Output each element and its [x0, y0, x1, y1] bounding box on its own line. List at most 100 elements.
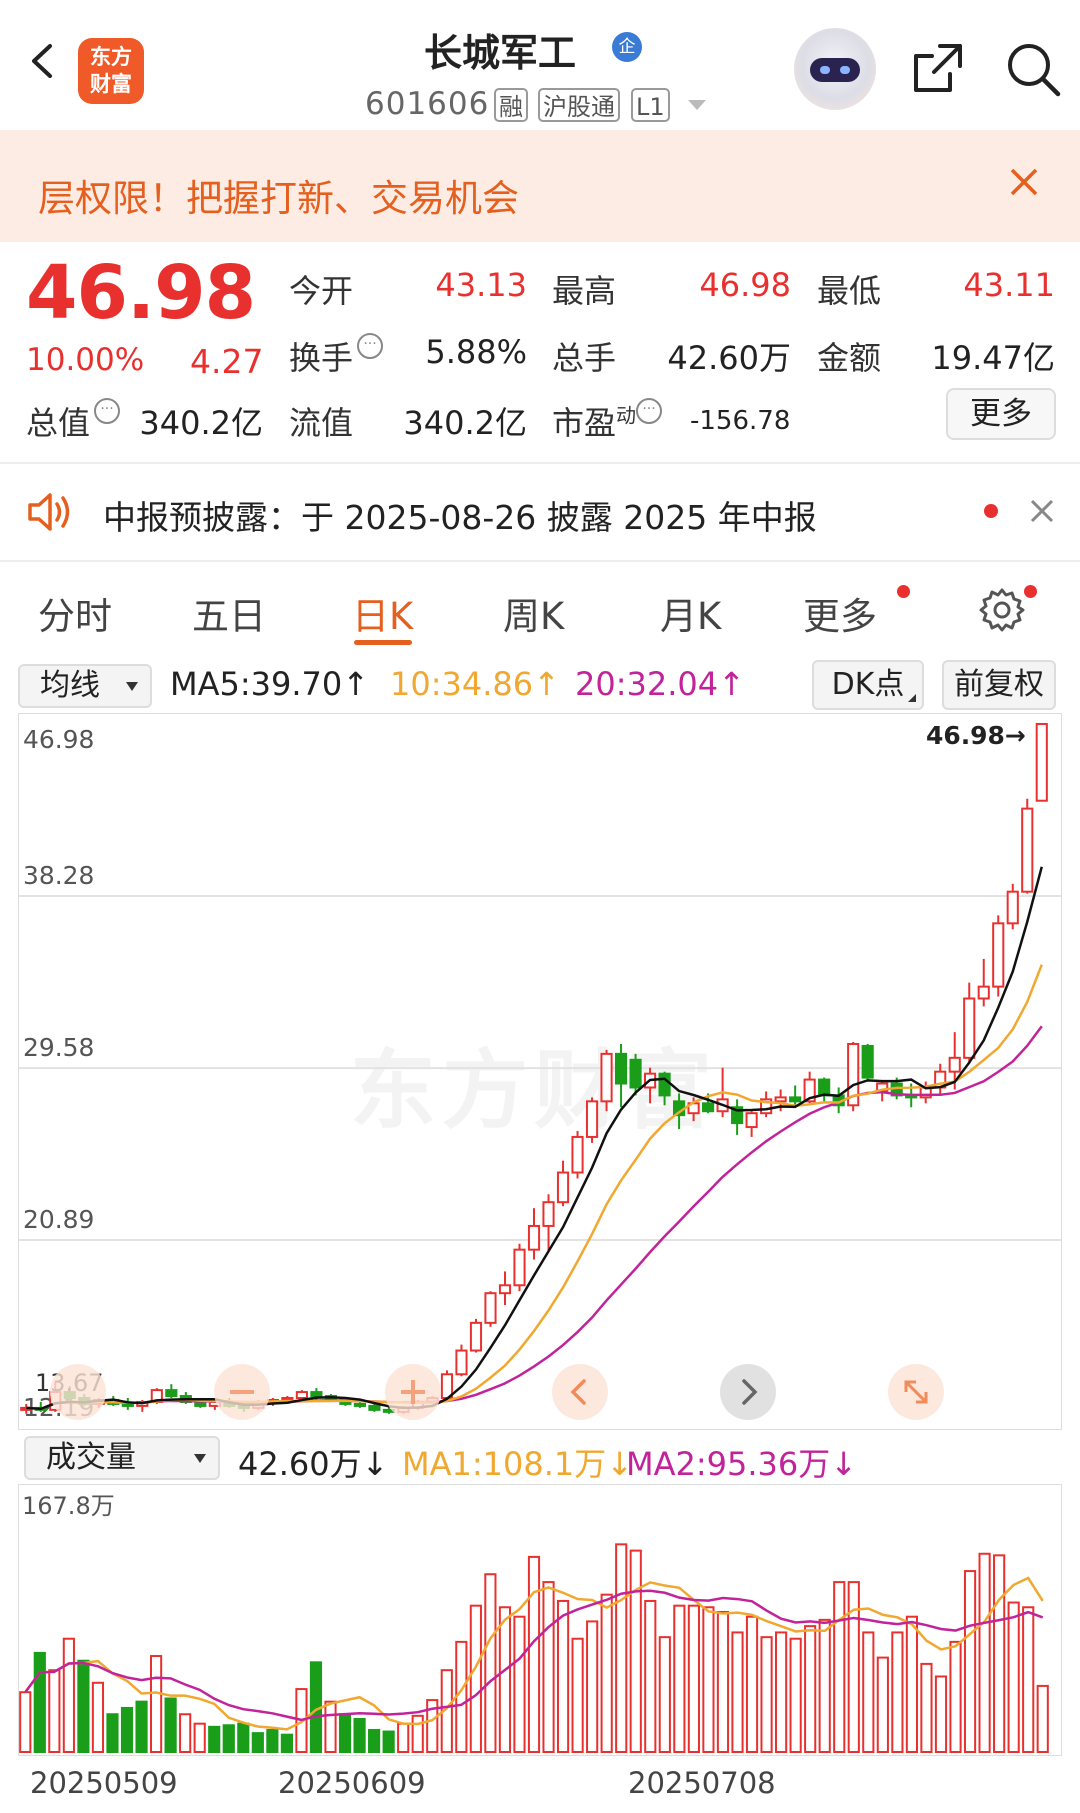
- volume-bar: [920, 1662, 933, 1753]
- volume-ma2-legend: MA2:95.36万↓: [626, 1445, 858, 1483]
- candle-body: [745, 1112, 758, 1129]
- pe-value: -156.78: [690, 406, 791, 436]
- tab-daily-k[interactable]: 日K: [352, 586, 413, 640]
- volume-bar: [804, 1625, 817, 1753]
- volume-legend: 42.60万↓: [238, 1445, 389, 1483]
- chevron-left-icon[interactable]: [552, 1364, 608, 1420]
- chevron-down-icon[interactable]: [688, 100, 706, 110]
- market-cap-value: 340.2亿: [139, 404, 263, 442]
- ma5-legend: MA5:39.70↑: [170, 665, 370, 703]
- candle-body: [948, 1056, 961, 1073]
- adjust-button[interactable]: 前复权: [942, 660, 1056, 710]
- amount-value: 19.47亿: [931, 339, 1055, 377]
- tab-five-day[interactable]: 五日: [192, 586, 266, 640]
- tab-more[interactable]: 更多: [803, 586, 877, 640]
- tab-intraday[interactable]: 分时: [38, 586, 112, 640]
- zoom-out-button[interactable]: [214, 1364, 270, 1420]
- volume-bar: [149, 1655, 163, 1754]
- volume-bar: [48, 1669, 61, 1754]
- gear-icon[interactable]: [979, 587, 1025, 633]
- volume-bar: [934, 1675, 948, 1753]
- info-icon[interactable]: ···: [94, 398, 121, 424]
- close-icon[interactable]: [1028, 497, 1056, 525]
- volume-bar: [19, 1691, 32, 1753]
- volume-bar: [498, 1606, 512, 1753]
- candle-body: [963, 997, 976, 1059]
- volume-bar: [644, 1599, 657, 1753]
- candle-body: [571, 1135, 584, 1174]
- volume-bar: [382, 1730, 395, 1753]
- close-icon[interactable]: [1004, 162, 1044, 202]
- notice-text[interactable]: 中报预披露：于 2025-08-26 披露 2025 年中报: [103, 491, 817, 539]
- volume-bar: [702, 1606, 715, 1753]
- candle-body: [977, 985, 990, 1000]
- tab-weekly-k[interactable]: 周K: [503, 586, 564, 640]
- volume-chart[interactable]: 167.8万: [18, 1484, 1062, 1756]
- search-icon[interactable]: [1004, 40, 1062, 98]
- date-label-1: 20250509: [30, 1766, 178, 1800]
- volume-bar: [106, 1713, 119, 1754]
- chevron-right-icon[interactable]: [720, 1364, 776, 1420]
- volume-bar: [775, 1631, 788, 1753]
- more-quote-button[interactable]: 更多: [946, 388, 1056, 440]
- candle-body: [658, 1072, 671, 1097]
- change-amount: 4.27: [190, 342, 264, 381]
- tab-more-dot: [897, 585, 910, 598]
- candle-body: [513, 1248, 526, 1287]
- candle-body: [368, 1404, 381, 1411]
- margin-tag: 融: [494, 88, 528, 122]
- promo-banner-text: 层权限！把握打新、交易机会: [38, 177, 519, 220]
- turnover-label: 换手 ···: [289, 333, 384, 379]
- volume-bar: [484, 1573, 497, 1754]
- volume-bar: [338, 1713, 352, 1754]
- amount-label: 金额: [817, 339, 882, 377]
- zoom-in-button[interactable]: [385, 1364, 441, 1420]
- volume-bar: [891, 1631, 904, 1753]
- back-arrow-icon[interactable]: [26, 44, 60, 78]
- volume-bar: [833, 1581, 846, 1753]
- indicator-select[interactable]: 均线: [18, 664, 152, 708]
- volume-bar: [280, 1733, 293, 1753]
- active-tab-indicator: [354, 640, 412, 645]
- volume-bar: [716, 1610, 730, 1753]
- volume-bar: [237, 1722, 250, 1753]
- volume-bar: [324, 1700, 337, 1754]
- volume-bar: [179, 1713, 192, 1754]
- volume-indicator-select[interactable]: 成交量: [24, 1436, 220, 1480]
- candle-body: [1035, 722, 1048, 802]
- volume-bar: [847, 1581, 860, 1753]
- volume-value: 42.60万: [667, 339, 791, 377]
- date-label-3: 20250708: [628, 1766, 776, 1800]
- volume-bar: [745, 1615, 759, 1753]
- settings-dot: [1024, 585, 1037, 598]
- volume-bar: [135, 1700, 148, 1754]
- volume-bar: [469, 1604, 482, 1753]
- info-icon[interactable]: ···: [636, 398, 663, 424]
- volume-bar: [513, 1615, 526, 1753]
- dk-point-button[interactable]: DK点: [812, 660, 924, 710]
- y-tick-label: 38.28: [23, 861, 94, 890]
- candle-body: [542, 1201, 555, 1227]
- candle-body: [556, 1171, 570, 1204]
- candle-body: [702, 1102, 715, 1113]
- volume-bar: [905, 1615, 919, 1753]
- assistant-robot-icon[interactable]: [794, 28, 876, 110]
- ma10-legend: 10:34.86↑: [390, 665, 560, 703]
- volume-bar: [993, 1554, 1006, 1753]
- date-label-2: 20250609: [278, 1766, 426, 1800]
- volume-bar: [208, 1725, 221, 1754]
- info-icon[interactable]: ···: [357, 333, 384, 359]
- enterprise-badge: 企: [612, 32, 642, 62]
- volume-bar: [1007, 1601, 1020, 1754]
- fullscreen-icon[interactable]: [888, 1364, 944, 1420]
- chart-action-button[interactable]: [50, 1364, 106, 1420]
- divider: [0, 462, 1080, 464]
- tab-monthly-k[interactable]: 月K: [660, 586, 721, 640]
- y-tick-label: 46.98: [23, 725, 94, 754]
- candle-body: [861, 1044, 874, 1079]
- candlestick-chart[interactable]: 46.9838.2829.5820.8912.1946.98→13.67: [18, 713, 1062, 1430]
- ma20-legend: 20:32.04↑: [575, 665, 745, 703]
- ma10-line: [26, 964, 1043, 1411]
- candle-body: [789, 1096, 802, 1103]
- share-icon[interactable]: [910, 40, 966, 96]
